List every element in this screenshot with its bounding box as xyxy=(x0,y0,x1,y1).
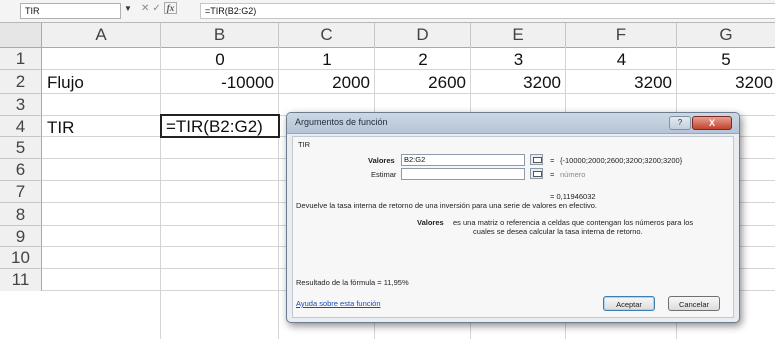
result-value: = 0,11946032 xyxy=(550,192,596,201)
cancel-button[interactable]: Cancelar xyxy=(668,296,720,311)
arg2-result: número xyxy=(560,170,586,179)
column-header-f[interactable]: F xyxy=(566,23,677,47)
arg-help-line1: es una matriz o referencia a celdas que … xyxy=(453,218,694,227)
help-button[interactable]: ? xyxy=(669,116,691,130)
active-cell-b4[interactable]: =TIR(B2:G2) xyxy=(160,114,280,138)
cell-b2[interactable]: -10000 xyxy=(161,73,274,93)
cell-f2[interactable]: 3200 xyxy=(566,73,672,93)
cell-b4-formula: =TIR(B2:G2) xyxy=(166,117,263,136)
row-header-2[interactable]: 2 xyxy=(0,70,42,94)
formula-bar: TIR ▼ ✕✓ fx =TIR(B2:G2) xyxy=(0,0,775,23)
dialog-title: Argumentos de función xyxy=(295,117,388,127)
arg1-input[interactable]: B2:G2 xyxy=(401,154,525,166)
cell-e1[interactable]: 3 xyxy=(471,50,566,70)
help-link[interactable]: Ayuda sobre esta función xyxy=(296,299,381,308)
collapse-dialog-icon[interactable] xyxy=(530,154,543,165)
cell-a4[interactable]: TIR xyxy=(47,118,74,138)
column-header-e[interactable]: E xyxy=(471,23,566,47)
arg1-equals: = xyxy=(550,156,555,165)
gridline xyxy=(42,93,775,94)
cell-g2[interactable]: 3200 xyxy=(677,73,773,93)
cell-c1[interactable]: 1 xyxy=(279,50,375,70)
arg2-label: Estimar xyxy=(371,170,397,179)
function-description: Devuelve la tasa interna de retorno de u… xyxy=(296,201,598,210)
formula-bar-icons: ✕✓ fx xyxy=(141,2,178,14)
dropdown-arrow-icon[interactable]: ▼ xyxy=(124,4,132,13)
row-header-4[interactable]: 4 xyxy=(0,116,42,137)
arg2-equals: = xyxy=(550,170,555,179)
ok-button[interactable]: Aceptar xyxy=(603,296,655,311)
collapse-dialog-icon[interactable] xyxy=(530,168,543,179)
select-all-corner[interactable] xyxy=(0,23,42,47)
dialog-title-bar[interactable]: Argumentos de función ? X xyxy=(287,113,739,134)
arg1-result: {-10000;2000;2600;3200;3200;3200} xyxy=(560,156,683,165)
column-headers: A B C D E F G xyxy=(0,23,775,48)
function-name-label: TIR xyxy=(298,140,311,149)
row-header-8[interactable]: 8 xyxy=(0,203,42,226)
cancel-icon[interactable]: ✕ xyxy=(141,3,152,14)
column-header-c[interactable]: C xyxy=(279,23,375,47)
column-header-d[interactable]: D xyxy=(375,23,471,47)
arg-help-name: Valores xyxy=(417,218,444,227)
dialog-body: TIR Valores B2:G2 = {-10000;2000;2600;32… xyxy=(292,136,734,318)
row-header-6[interactable]: 6 xyxy=(0,159,42,181)
arg2-input[interactable] xyxy=(401,168,525,180)
close-button[interactable]: X xyxy=(692,116,732,130)
column-header-a[interactable]: A xyxy=(42,23,161,47)
formula-input[interactable]: =TIR(B2:G2) xyxy=(200,3,775,19)
row-header-9[interactable]: 9 xyxy=(0,226,42,247)
cell-d2[interactable]: 2600 xyxy=(375,73,466,93)
formula-result: Resultado de la fórmula = 11,95% xyxy=(296,278,409,287)
function-arguments-dialog: Argumentos de función ? X TIR Valores B2… xyxy=(286,112,740,323)
cell-c2[interactable]: 2000 xyxy=(279,73,370,93)
cell-f1[interactable]: 4 xyxy=(566,50,677,70)
column-header-g[interactable]: G xyxy=(677,23,775,47)
cell-d1[interactable]: 2 xyxy=(375,50,471,70)
row-header-7[interactable]: 7 xyxy=(0,181,42,203)
column-header-b[interactable]: B xyxy=(161,23,279,47)
row-header-3[interactable]: 3 xyxy=(0,94,42,116)
cell-b1[interactable]: 0 xyxy=(161,50,279,70)
row-header-1[interactable]: 1 xyxy=(0,48,42,70)
cell-g1[interactable]: 5 xyxy=(677,50,775,70)
cell-a2[interactable]: Flujo xyxy=(47,73,84,93)
fx-icon[interactable]: fx xyxy=(163,2,178,14)
row-header-10[interactable]: 10 xyxy=(0,247,42,269)
name-box[interactable]: TIR xyxy=(20,3,121,19)
arg1-label: Valores xyxy=(368,156,395,165)
arg-help-line2: cuales se desea calcular la tasa interna… xyxy=(473,227,643,236)
cell-e2[interactable]: 3200 xyxy=(471,73,561,93)
row-header-5[interactable]: 5 xyxy=(0,137,42,159)
confirm-icon[interactable]: ✓ xyxy=(152,3,163,14)
row-header-11[interactable]: 11 xyxy=(0,269,42,291)
